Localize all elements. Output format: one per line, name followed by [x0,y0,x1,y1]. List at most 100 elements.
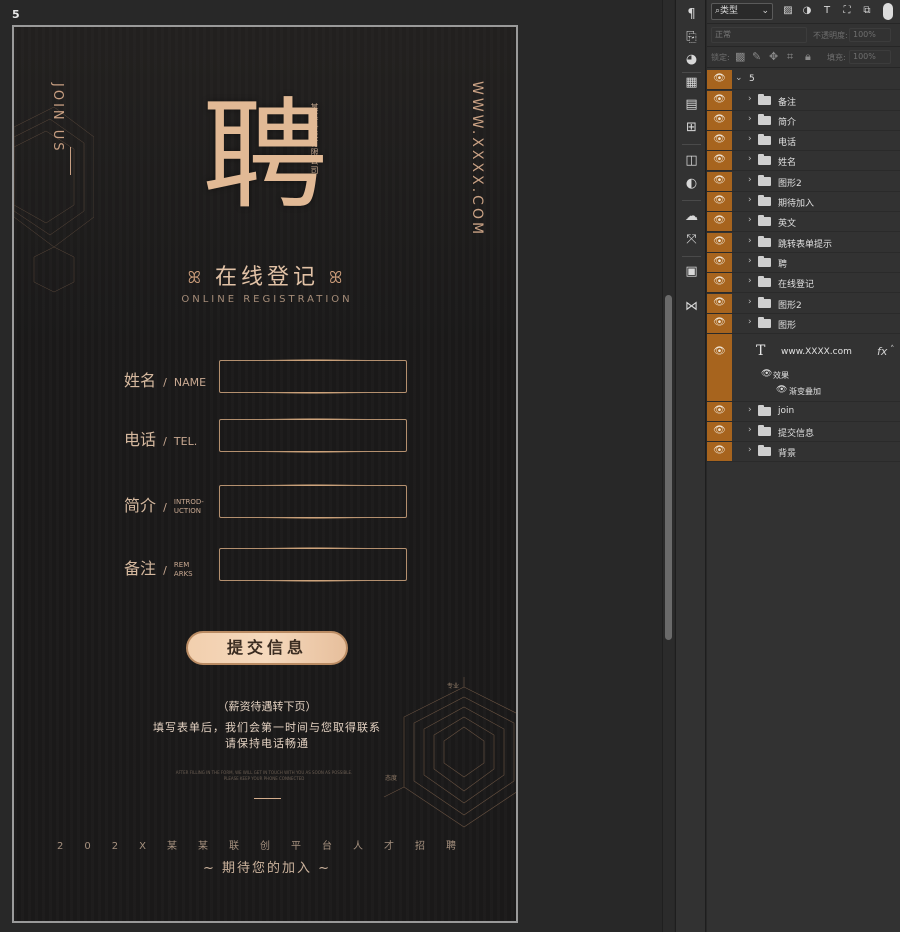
paint-palette-icon[interactable]: ◕ [681,51,702,69]
chevron-right-icon[interactable]: › [748,114,752,124]
filter-toggle[interactable] [883,3,893,20]
folder-icon [758,195,771,206]
visibility-eye-icon[interactable]: 👁︎ [707,442,732,461]
visibility-eye-icon[interactable]: 👁︎ [707,273,732,292]
submit-button[interactable]: 提交信息 [186,631,348,665]
text-layer-website[interactable]: 👁︎ T www.XXXX.com fx ˄ 👁︎ 效果 👁︎ 渐变叠加 [707,334,900,402]
folder-icon [758,236,771,247]
layer-row[interactable]: 👁︎ › join [707,402,900,422]
blend-opacity-bar: 正常 不透明度: 100% [707,25,900,47]
chevron-right-icon[interactable]: › [748,425,752,435]
poster-artboard[interactable]: 专业 态度 JOIN US WWW.XXXX.COM 某某科技有限公司 聘 ꕤ在… [12,25,518,923]
visibility-eye-icon[interactable]: 👁︎ [707,192,732,211]
layer-row[interactable]: 👁︎ › 提交信息 [707,422,900,442]
fill-input[interactable]: 100% [849,50,891,64]
opacity-input[interactable]: 100% [849,28,891,42]
layer-row[interactable]: 👁︎ › 图形2 [707,172,900,192]
lock-move-icon[interactable]: ✥ [769,50,778,63]
visibility-eye-icon[interactable]: 👁︎ [707,91,732,110]
adjustment-filter-icon[interactable]: ◑ [800,4,814,18]
image-filter-icon[interactable]: ▨ [781,4,795,18]
layer-row[interactable]: 👁︎ › 备注 [707,91,900,111]
visibility-eye-icon[interactable]: 👁︎ [707,212,732,231]
chevron-right-icon[interactable]: › [748,405,752,415]
visibility-eye-icon[interactable]: 👁︎ [707,131,732,150]
introduction-input[interactable] [219,485,407,518]
chevron-right-icon[interactable]: › [748,297,752,307]
gradient-overlay-label[interactable]: 渐变叠加 [789,386,821,397]
join-us-text: JOIN US [50,83,65,154]
lock-brush-icon[interactable]: ✎ [752,50,761,63]
chevron-right-icon[interactable]: › [748,256,752,266]
bowtie-icon[interactable]: ⋈ [681,298,702,316]
blend-mode-select[interactable]: 正常 [711,27,807,43]
grid-icon[interactable]: ⊞ [681,119,702,137]
chevron-right-icon[interactable]: › [748,195,752,205]
chevron-up-icon[interactable]: ˄ [890,345,895,355]
lock-transparent-icon[interactable]: ▩ [735,50,745,63]
paragraph-icon[interactable]: ¶ [681,6,702,24]
folder-icon [758,175,771,186]
smart-object-filter-icon[interactable]: ⧉ [860,4,874,18]
chevron-right-icon[interactable]: › [748,317,752,327]
chevron-right-icon[interactable]: › [748,236,752,246]
fx-icon[interactable]: fx [877,345,887,358]
vertical-scrollbar[interactable] [662,0,674,932]
effects-eye-icon[interactable]: 👁︎ [761,369,772,379]
visibility-eye-icon[interactable]: 👁︎ [707,334,732,401]
visibility-eye-icon[interactable]: 👁︎ [707,253,732,272]
chevron-right-icon[interactable]: › [748,215,752,225]
adjustment-icon[interactable]: ◐ [681,175,702,193]
history-icon[interactable]: ⎘ [681,29,702,47]
chevron-down-icon[interactable]: ⌄ [735,73,743,83]
layer-row[interactable]: 👁︎ › 期待加入 [707,192,900,212]
chevron-right-icon[interactable]: › [748,94,752,104]
layer-row[interactable]: 👁︎ › 背景 [707,442,900,462]
name-input[interactable] [219,360,407,393]
gradient-overlay-eye-icon[interactable]: 👁︎ [776,385,787,395]
document-tab[interactable]: 5 [12,8,20,21]
chevron-right-icon[interactable]: › [748,445,752,455]
layer-row[interactable]: 👁︎ › 英文 [707,212,900,232]
layer-row[interactable]: 👁︎ › 图形2 [707,294,900,314]
layer-row[interactable]: 👁︎ › 在线登记 [707,273,900,293]
device-preview-icon[interactable]: ▣ [681,263,702,281]
layer-row[interactable]: 👁︎ › 简介 [707,111,900,131]
table-icon[interactable]: ▦ [681,74,702,92]
library-icon[interactable]: ◫ [681,152,702,170]
chevron-right-icon[interactable]: › [748,134,752,144]
layer-row[interactable]: 👁︎ › 姓名 [707,151,900,171]
phone-input[interactable] [219,419,407,452]
shape-filter-icon[interactable]: ⛶ [840,4,854,18]
visibility-eye-icon[interactable]: 👁︎ [707,70,732,89]
scrollbar-thumb[interactable] [665,295,672,640]
layer-row[interactable]: 👁︎ › 图形 [707,314,900,334]
folder-icon [758,154,771,165]
cloud-icon[interactable]: ☁ [681,208,702,226]
visibility-eye-icon[interactable]: 👁︎ [707,294,732,313]
canvas-area[interactable]: 5 专业 态度 JOIN US WWW.XXXX.COM 某某科技有限公司 聘 … [0,0,662,932]
layer-row[interactable]: 👁︎ › 聘 [707,253,900,273]
visibility-eye-icon[interactable]: 👁︎ [707,422,732,441]
visibility-eye-icon[interactable]: 👁︎ [707,111,732,130]
visibility-eye-icon[interactable]: 👁︎ [707,233,732,252]
gradient-icon[interactable]: ▤ [681,96,702,114]
path-icon[interactable]: ⤧ [681,231,702,249]
visibility-eye-icon[interactable]: 👁︎ [707,314,732,333]
chevron-right-icon[interactable]: › [748,154,752,164]
lock-all-icon[interactable]: 🔒︎ [805,50,811,64]
remarks-input[interactable] [219,548,407,581]
layer-filter-select[interactable]: ⌕类型 ⌄ [711,3,773,20]
layer-group-5[interactable]: 👁︎ ⌄ 5 [707,70,900,90]
field-row-remarks: 备注 / REM ARKS [14,547,516,588]
visibility-eye-icon[interactable]: 👁︎ [707,172,732,191]
text-filter-icon[interactable]: T [820,4,834,18]
layer-row[interactable]: 👁︎ › 跳转表单提示 [707,233,900,253]
field-glow [259,359,369,361]
lock-artboard-icon[interactable]: ⌗ [787,50,793,64]
visibility-eye-icon[interactable]: 👁︎ [707,151,732,170]
visibility-eye-icon[interactable]: 👁︎ [707,402,732,421]
chevron-right-icon[interactable]: › [748,175,752,185]
chevron-right-icon[interactable]: › [748,276,752,286]
layer-row[interactable]: 👁︎ › 电话 [707,131,900,151]
